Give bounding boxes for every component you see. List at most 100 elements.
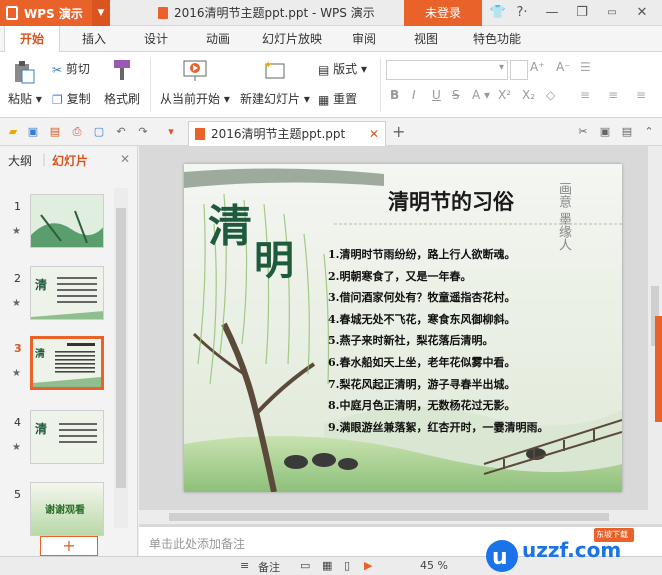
customize-quick-access-icon[interactable]: ▾	[164, 125, 178, 139]
slide-thumbnail[interactable]: 1 ★	[0, 194, 112, 256]
strikethrough-button[interactable]: S	[452, 88, 460, 102]
new-slide-icon[interactable]: ✦	[262, 58, 288, 82]
restore-window-icon[interactable]: ▭	[602, 0, 622, 26]
slide-thumbnail[interactable]: 5 谢谢观看	[0, 482, 112, 544]
superscript-button[interactable]: X²	[498, 88, 511, 102]
app-menu-button[interactable]: WPS 演示 ▼	[0, 0, 110, 26]
tab-animation[interactable]: 动画	[196, 26, 240, 52]
paste-icon[interactable]	[10, 60, 36, 84]
current-slide[interactable]: 清 明 画意 墨缘人 清明节的习俗 1.清明时节雨纷纷，路上行人欲断魂。 2.明…	[184, 164, 622, 492]
zoom-level[interactable]: 45 %	[420, 559, 448, 572]
shrink-font-button[interactable]: A⁻	[556, 60, 571, 74]
tab-review[interactable]: 审阅	[342, 26, 386, 52]
font-color-button[interactable]: A ▾	[472, 88, 490, 102]
format-painter-icon[interactable]	[108, 58, 134, 82]
undo-icon[interactable]: ↶	[114, 125, 128, 139]
side-feedback-tab[interactable]	[655, 316, 662, 422]
italic-button[interactable]: I	[412, 88, 416, 102]
poem-line: 4.春城无处不飞花，寒食东风御柳斜。	[328, 312, 516, 326]
thumbnail-scrollbar[interactable]	[114, 188, 128, 528]
underline-button[interactable]: U	[432, 88, 441, 102]
export-pdf-icon[interactable]: ▤	[48, 125, 62, 139]
normal-view-icon[interactable]: ▭	[300, 559, 310, 572]
from-current-button[interactable]: 从当前开始 ▾	[160, 90, 230, 107]
help-icon[interactable]: ?·	[512, 0, 532, 26]
print-preview-icon[interactable]: ▢	[92, 125, 106, 139]
bold-button[interactable]: B	[390, 88, 399, 102]
tools-icon[interactable]: ✂	[576, 125, 590, 139]
slide-thumbnail[interactable]: 2 ★ 清	[0, 266, 112, 328]
layout-button[interactable]: ▤ 版式 ▾	[318, 60, 367, 77]
svg-text:清: 清	[35, 277, 47, 292]
svg-text:清: 清	[35, 347, 45, 360]
slideshow-icon[interactable]: ▶	[364, 559, 372, 572]
add-slide-button[interactable]: +	[40, 536, 98, 556]
align-left-button[interactable]: ≡	[580, 88, 590, 102]
minimize-icon[interactable]: —	[542, 0, 562, 26]
bullets-button[interactable]: ☰	[580, 60, 591, 74]
copy-button[interactable]: ❐ 复制	[52, 90, 91, 107]
reset-button[interactable]: ▦ 重置	[318, 90, 357, 107]
reading-view-icon[interactable]: ▯	[344, 559, 350, 572]
poem-textbox[interactable]: 1.清明时节雨纷纷，路上行人欲断魂。 2.明朝寒食了，又是一年春。 3.借问酒家…	[328, 244, 548, 438]
new-slide-button[interactable]: 新建幻灯片 ▾	[240, 90, 310, 107]
document-tab[interactable]: 2016清明节主题ppt.ppt ✕	[188, 121, 386, 146]
format-painter-button[interactable]: 格式刷	[104, 90, 140, 107]
slide-title[interactable]: 清明节的习俗	[388, 186, 514, 216]
slide-thumbnail-active[interactable]: 3 ★ 清	[0, 336, 112, 398]
thumbnail-image: 谢谢观看	[30, 482, 104, 536]
align-center-button[interactable]: ≡	[608, 88, 618, 102]
new-tab-icon[interactable]: +	[392, 122, 405, 141]
notes-toggle-label[interactable]: 备注	[258, 559, 280, 575]
clear-format-button[interactable]: ◇	[546, 88, 555, 102]
font-size-select[interactable]	[510, 60, 528, 80]
tab-home[interactable]: 开始	[4, 26, 60, 53]
grow-font-button[interactable]: A⁺	[530, 60, 545, 74]
notes-toggle-icon[interactable]: ≡	[240, 559, 249, 572]
scrollbar-handle[interactable]	[116, 208, 126, 488]
app-menu-dropdown-icon[interactable]: ▼	[92, 0, 110, 26]
window-title: 2016清明节主题ppt.ppt - WPS 演示	[158, 0, 375, 26]
close-icon[interactable]: ✕	[632, 0, 652, 26]
poem-line: 1.清明时节雨纷纷，路上行人欲断魂。	[328, 248, 516, 261]
panel-tabs: 大纲 | 幻灯片 ✕	[0, 146, 138, 174]
close-panel-icon[interactable]: ✕	[120, 152, 130, 166]
font-name-select[interactable]	[386, 60, 508, 80]
scrollbar-handle[interactable]	[169, 513, 609, 521]
cut-button[interactable]: ✂ 剪切	[52, 60, 90, 77]
print-icon[interactable]: ⎙	[70, 125, 84, 139]
slide-thumbnail[interactable]: 4 ★ 清	[0, 410, 112, 472]
play-from-current-icon[interactable]	[182, 58, 208, 82]
tab-slideshow[interactable]: 幻灯片放映	[254, 26, 330, 52]
ppt-file-icon	[158, 7, 168, 19]
tab-slides[interactable]: 幻灯片	[52, 152, 88, 169]
restore-icon[interactable]: ❐	[572, 0, 592, 26]
thumbnail-image	[30, 194, 104, 248]
paste-button[interactable]: 粘贴 ▾	[8, 90, 42, 107]
thumbnail-number: 5	[14, 488, 21, 501]
reset-icon: ▦	[318, 92, 330, 107]
redo-icon[interactable]: ↷	[136, 125, 150, 139]
slide-sorter-icon[interactable]: ▦	[322, 559, 332, 572]
window-mode-icon[interactable]: ▣	[598, 125, 612, 139]
tab-features[interactable]: 特色功能	[464, 26, 530, 52]
poem-line: 9.满眼游丝兼落絮，红杏开时，一霎清明雨。	[328, 420, 549, 434]
tab-insert[interactable]: 插入	[72, 26, 116, 52]
align-right-button[interactable]: ≡	[636, 88, 646, 102]
animation-star-icon: ★	[12, 368, 21, 379]
login-button[interactable]: 未登录	[404, 0, 482, 26]
close-tab-icon[interactable]: ✕	[369, 122, 379, 146]
tab-outline[interactable]: 大纲	[8, 152, 32, 169]
quick-access-bar: ▰ ▣ ▤ ⎙ ▢ ↶ ↷ ▾ 2016清明节主题ppt.ppt ✕ + ✂ ▣…	[0, 118, 662, 146]
tab-view[interactable]: 视图	[404, 26, 448, 52]
thumbnail-image: 清	[30, 410, 104, 464]
subscript-button[interactable]: X₂	[522, 88, 535, 102]
horizontal-scrollbar[interactable]	[139, 510, 662, 524]
chat-icon[interactable]: ▤	[620, 125, 634, 139]
open-folder-icon[interactable]: ▰	[6, 125, 20, 139]
save-icon[interactable]: ▣	[26, 125, 40, 139]
more-icon[interactable]: ⌃	[642, 125, 656, 139]
poem-line: 6.春水船如天上坐，老年花似雾中看。	[328, 355, 516, 369]
skin-icon[interactable]: 👕	[488, 0, 508, 26]
tab-design[interactable]: 设计	[134, 26, 178, 52]
